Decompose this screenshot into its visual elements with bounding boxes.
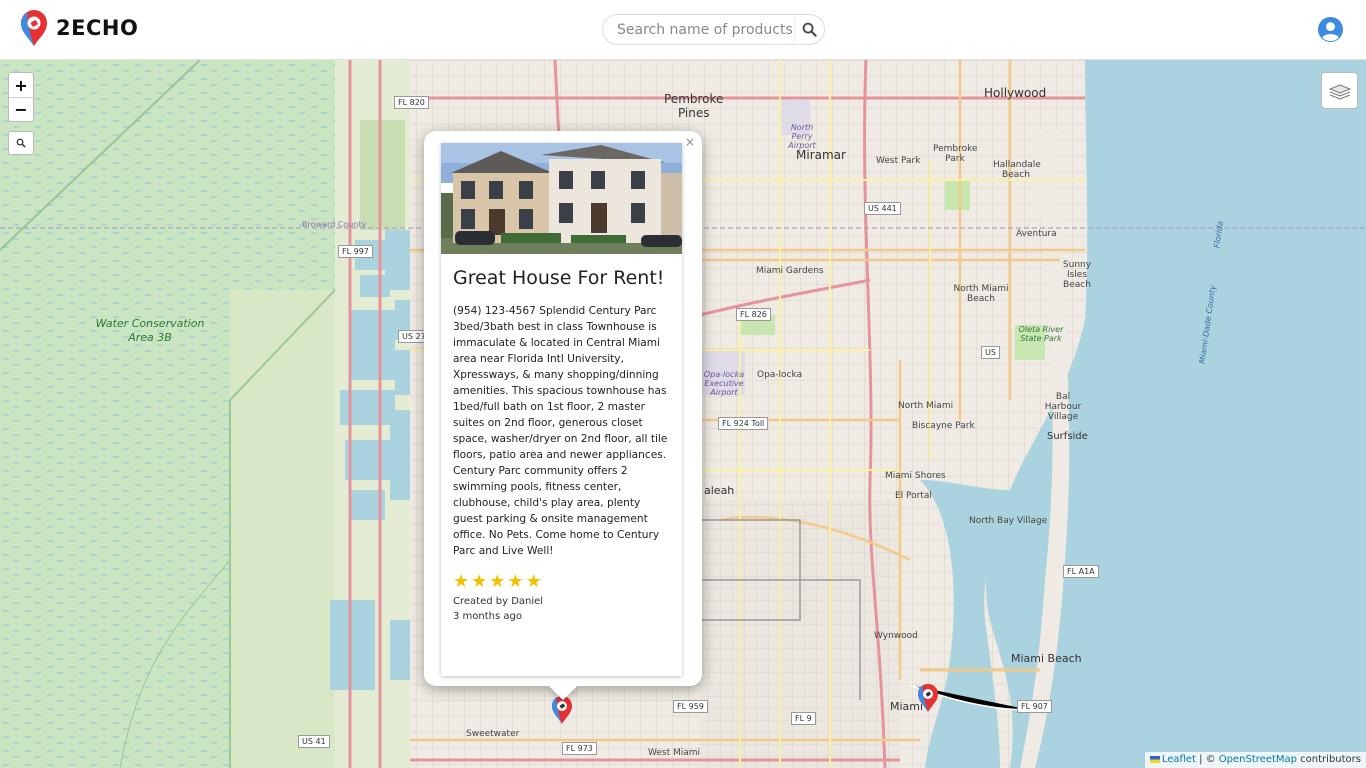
search-bar	[602, 14, 825, 45]
map-label-miramar: Miramar	[796, 148, 846, 162]
map-label-surfside: Surfside	[1047, 431, 1088, 442]
road-shield: FL 997	[338, 245, 373, 258]
leaflet-link[interactable]: Leaflet	[1162, 754, 1196, 765]
zoom-out-button[interactable]: −	[9, 97, 33, 121]
attribution-separator: | ©	[1195, 754, 1219, 765]
rating-stars: ★ ★ ★ ★ ★	[453, 573, 682, 591]
map-label-hialeah: aleah	[704, 484, 735, 497]
app-logo[interactable]: 2ECHO	[18, 9, 138, 47]
map-label-pembroke-park: Pembroke Park	[933, 144, 978, 164]
map-label-sunny-isles-beach: Sunny Isles Beach	[1062, 260, 1092, 290]
map-label-hollywood: Hollywood	[984, 86, 1047, 100]
map-label-el-portal: El Portal	[895, 491, 932, 501]
star-icon: ★	[453, 571, 470, 592]
layers-button[interactable]	[1321, 72, 1358, 109]
star-icon: ★	[489, 571, 506, 592]
map-label-oleta-river-park: Oleta River State Park	[1018, 325, 1064, 343]
map-label-opa-locka-airport: Opa-locka Executive Airport	[703, 370, 745, 397]
road-shield: FL 820	[394, 96, 429, 109]
map-label-miami-gardens: Miami Gardens	[756, 266, 824, 276]
app-name: 2ECHO	[56, 16, 139, 40]
map-label-north-miami: North Miami	[898, 401, 954, 411]
ukraine-flag-icon	[1149, 755, 1160, 763]
map-label-hallandale-beach: Hallandale Beach	[993, 160, 1041, 180]
road-shield: FL A1A	[1063, 565, 1099, 578]
top-navbar: 2ECHO	[0, 0, 1366, 60]
map-label-west-park: West Park	[876, 156, 921, 166]
listing-description: (954) 123-4567 Splendid Century Parc 3be…	[453, 305, 668, 557]
map-label-miami-beach: Miami Beach	[1011, 652, 1082, 665]
star-icon: ★	[507, 571, 524, 592]
road-shield: FL 924 Toll	[718, 417, 769, 430]
map-label-bal-harbour: Bal Harbour Village	[1044, 392, 1082, 422]
listing-card[interactable]: Great House For Rent! (954) 123-4567 Spl…	[441, 143, 682, 676]
search-icon	[802, 22, 817, 37]
zoom-control: + −	[8, 72, 34, 122]
map-label-opa-locka: Opa-locka	[757, 370, 803, 380]
map-label-north-perry-airport: North Perry Airport	[788, 123, 816, 150]
road-shield: US 41	[298, 735, 330, 748]
openstreetmap-link[interactable]: OpenStreetMap	[1219, 754, 1297, 765]
map-pin-logo-icon	[21, 10, 47, 46]
popup-close-button[interactable]: ×	[685, 135, 695, 149]
layers-icon	[1328, 83, 1351, 100]
map-label-pembroke-pines: Pembroke Pines	[664, 92, 724, 120]
map-label-broward-county: Broward County	[302, 220, 367, 229]
map-label-north-bay-village: North Bay Village	[969, 516, 1048, 526]
map-attribution: Leaflet | © OpenStreetMap contributors	[1144, 752, 1366, 768]
map-search-button[interactable]	[8, 131, 34, 155]
road-shield: FL 959	[673, 700, 708, 713]
map-label-aventura: Aventura	[1016, 229, 1057, 239]
map-label-wynwood: Wynwood	[874, 631, 918, 641]
attribution-contributors: contributors	[1297, 754, 1361, 765]
listing-author: Created by Daniel	[453, 596, 544, 607]
map-label-sweetwater: Sweetwater	[466, 729, 520, 739]
magnifier-icon	[16, 138, 26, 148]
listing-photo	[441, 143, 682, 254]
listing-marker[interactable]	[917, 683, 939, 713]
listing-title: Great House For Rent!	[453, 267, 665, 289]
search-button[interactable]	[794, 15, 824, 44]
road-shield: FL 826	[736, 308, 771, 321]
search-input[interactable]	[603, 21, 794, 38]
listing-time: 3 months ago	[453, 611, 522, 622]
map-label-water-conservation-area: Water Conservation Area 3B	[95, 317, 205, 344]
zoom-in-button[interactable]: +	[9, 73, 33, 97]
road-shield: US	[981, 346, 1000, 359]
star-icon: ★	[525, 571, 542, 592]
listing-popup: × Great House For Rent! (954) 123-4567 S…	[424, 131, 702, 701]
road-shield: FL 973	[562, 742, 597, 755]
star-icon: ★	[471, 571, 488, 592]
map-label-miami-shores: Miami Shores	[885, 471, 946, 481]
map-label-west-miami: West Miami	[648, 748, 701, 758]
map-label-biscayne-park: Biscayne Park	[912, 421, 975, 431]
map-label-north-miami-beach: North Miami Beach	[953, 284, 1009, 304]
road-shield: FL 907	[1017, 700, 1052, 713]
user-circle-icon[interactable]	[1317, 16, 1344, 43]
road-shield: US 441	[864, 202, 901, 215]
road-shield: FL 9	[791, 712, 816, 725]
